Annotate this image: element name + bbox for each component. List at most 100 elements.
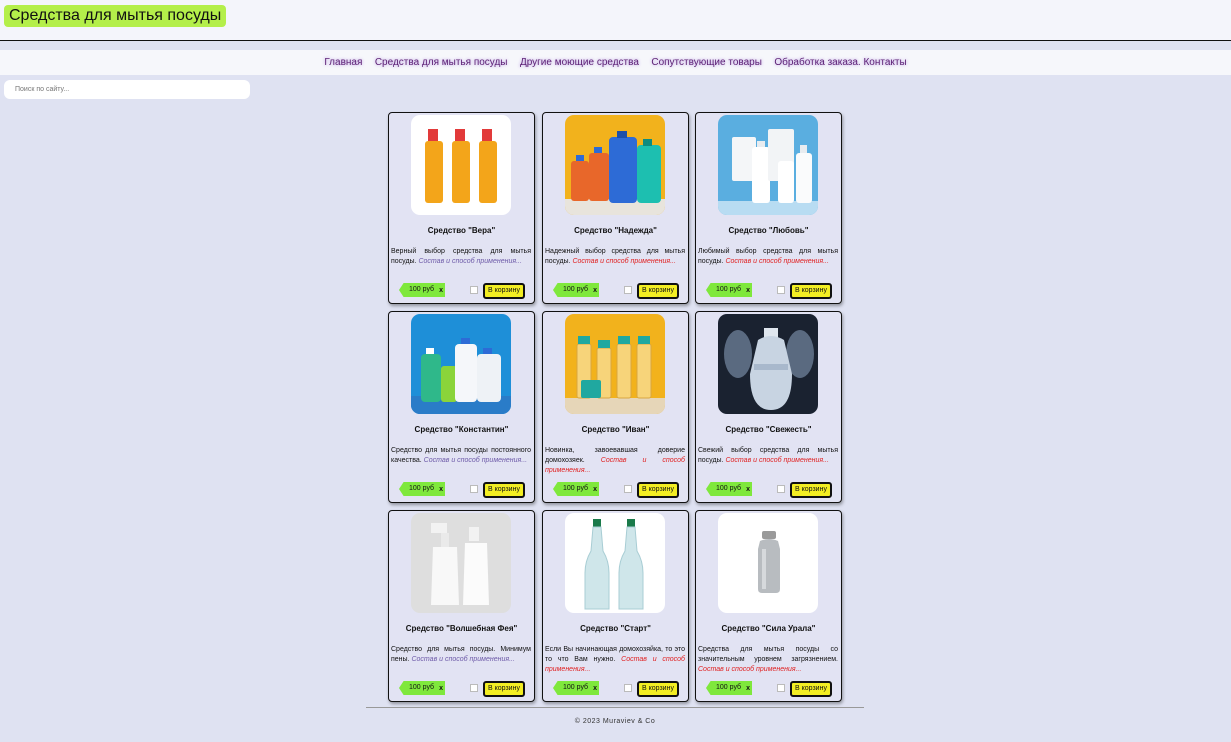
product-image-clear-bottles[interactable] [565,314,665,414]
product-image-color-jugs[interactable] [565,115,665,215]
product-card: Средство "Иван" Новинка, завоевавшая дов… [542,311,689,503]
remove-icon[interactable]: x [439,483,443,496]
product-image-orange-bottles[interactable] [411,115,511,215]
product-card: Средство "Вера" Верный выбор средства дл… [388,112,535,304]
price-value: 100 руб [409,286,435,293]
price-value: 100 руб [409,684,435,691]
product-description: Если Вы начинающая домохозяйка, то это т… [545,645,685,675]
add-to-cart-button[interactable]: В корзину [637,681,679,697]
product-card: Средство "Старт" Если Вы начинающая домо… [542,510,689,702]
product-image-glass-bottles[interactable] [565,513,665,613]
nav-link-order-contacts[interactable]: Обработка заказа. Контакты [774,50,906,75]
footer-copyright: © 2023 Muraviev & Co [574,718,656,725]
remove-icon[interactable]: x [593,284,597,297]
add-to-cart-button[interactable]: В корзину [637,283,679,299]
product-description: Надежный выбор средства для мытья посуды… [545,247,685,267]
price-tag: 100 руб x [399,482,445,496]
remove-icon[interactable]: x [593,682,597,695]
select-checkbox[interactable] [777,286,785,294]
product-title: Средство "Старт" [580,624,651,633]
nav-link-dish-detergents[interactable]: Средства для мытья посуды [375,50,508,75]
product-card: Средство "Константин" Средство для мытья… [388,311,535,503]
composition-link[interactable]: Состав и способ применения... [572,258,675,265]
product-title: Средство "Сила Урала" [721,624,816,633]
product-description: Любимый выбор средства для мытья посуды.… [698,247,838,267]
nav-link-related-goods[interactable]: Сопутствующие товары [651,50,762,75]
remove-icon[interactable]: x [593,483,597,496]
select-checkbox[interactable] [470,485,478,493]
price-value: 100 руб [716,684,742,691]
product-description: Средства для мытья посуды со значительны… [698,645,838,675]
select-checkbox[interactable] [624,286,632,294]
site-header: Средства для мытья посуды [0,0,1231,41]
price-value: 100 руб [716,286,742,293]
price-tag: 100 руб x [706,283,752,297]
site-logo-title[interactable]: Средства для мытья посуды [4,5,227,27]
product-title: Средство "Константин" [414,425,509,434]
select-checkbox[interactable] [624,485,632,493]
price-tag: 100 руб x [553,681,599,695]
product-title: Средство "Надежда" [574,226,657,235]
product-title: Средство "Свежесть" [725,425,812,434]
remove-icon[interactable]: x [746,284,750,297]
product-title: Средство "Иван" [581,425,650,434]
composition-link[interactable]: Состав и способ применения... [698,666,801,673]
product-title: Средство "Волшебная Фея" [405,624,518,633]
composition-link[interactable]: Состав и способ применения... [725,258,828,265]
price-value: 100 руб [563,684,589,691]
price-tag: 100 руб x [706,681,752,695]
add-to-cart-button[interactable]: В корзину [790,681,832,697]
remove-icon[interactable]: x [746,682,750,695]
add-to-cart-button[interactable]: В корзину [637,482,679,498]
select-checkbox[interactable] [624,684,632,692]
remove-icon[interactable]: x [439,682,443,695]
price-value: 100 руб [563,485,589,492]
composition-link[interactable]: Состав и способ применения... [411,656,514,663]
product-description: Средство для мытья посуды. Минимум пены.… [391,645,531,665]
price-value: 100 руб [563,286,589,293]
product-description: Свежий выбор средства для мытья посуды. … [698,446,838,466]
product-card: Средство "Волшебная Фея" Средство для мы… [388,510,535,702]
price-tag: 100 руб x [553,283,599,297]
select-checkbox[interactable] [470,286,478,294]
add-to-cart-button[interactable]: В корзину [483,283,525,299]
product-image-spray-bottles[interactable] [411,513,511,613]
search-input[interactable]: Поиск по сайту... [4,80,250,99]
composition-link[interactable]: Состав и способ применения... [418,258,521,265]
remove-icon[interactable]: x [439,284,443,297]
remove-icon[interactable]: x [746,483,750,496]
price-value: 100 руб [716,485,742,492]
footer-divider [366,707,864,708]
select-checkbox[interactable] [777,485,785,493]
product-title: Средство "Любовь" [728,226,809,235]
add-to-cart-button[interactable]: В корзину [790,482,832,498]
nav-link-other-detergents[interactable]: Другие моющие средства [520,50,639,75]
product-title: Средство "Вера" [427,226,496,235]
product-description: Средство для мытья посуды постоянного ка… [391,446,531,466]
product-card: Средство "Сила Урала" Средства для мытья… [695,510,842,702]
composition-link[interactable]: Состав и способ применения... [424,457,527,464]
nav-link-home[interactable]: Главная [324,50,362,75]
price-tag: 100 руб x [553,482,599,496]
product-image-white-bottles[interactable] [718,115,818,215]
product-image-steel-bottle[interactable] [718,513,818,613]
product-image-water-bottles[interactable] [718,314,818,414]
product-card: Средство "Любовь" Любимый выбор средства… [695,112,842,304]
select-checkbox[interactable] [777,684,785,692]
price-tag: 100 руб x [399,283,445,297]
add-to-cart-button[interactable]: В корзину [483,681,525,697]
price-tag: 100 руб x [706,482,752,496]
composition-link[interactable]: Состав и способ применения... [725,457,828,464]
main-nav: Главная Средства для мытья посуды Другие… [0,50,1231,75]
add-to-cart-button[interactable]: В корзину [483,482,525,498]
select-checkbox[interactable] [470,684,478,692]
product-description: Новинка, завоевавшая доверие домохозяек.… [545,446,685,476]
product-card: Средство "Надежда" Надежный выбор средст… [542,112,689,304]
price-value: 100 руб [409,485,435,492]
product-card: Средство "Свежесть" Свежий выбор средств… [695,311,842,503]
add-to-cart-button[interactable]: В корзину [790,283,832,299]
price-tag: 100 руб x [399,681,445,695]
product-image-blue-jugs[interactable] [411,314,511,414]
product-description: Верный выбор средства для мытья посуды. … [391,247,531,267]
search-placeholder: Поиск по сайту... [15,86,70,93]
